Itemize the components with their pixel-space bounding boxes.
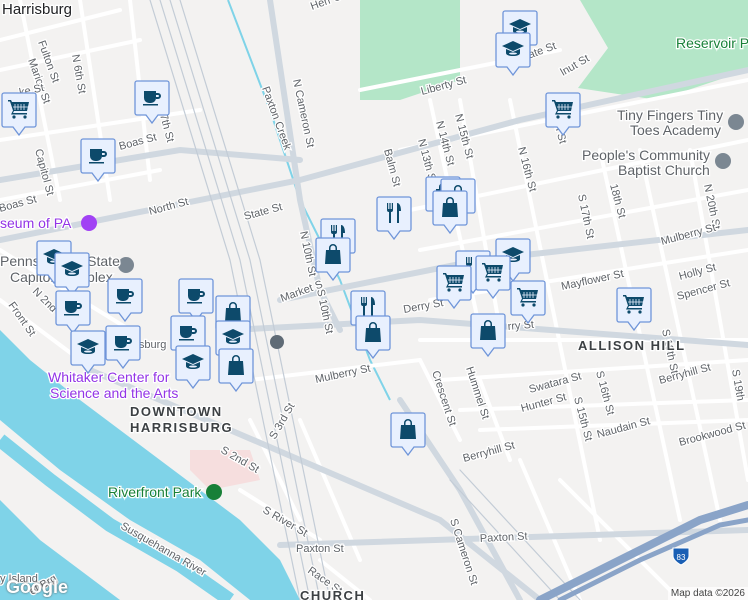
interstate-83 — [536, 501, 748, 600]
map-marker-bag[interactable] — [218, 348, 254, 392]
map-marker-cup[interactable] — [134, 80, 170, 124]
map-marker-cup[interactable] — [105, 325, 141, 369]
capitol-complex-icon[interactable] — [118, 257, 134, 273]
google-logo: Google — [6, 577, 68, 597]
map-label-whitaker2: Science and the Arts — [50, 385, 178, 401]
map-label-tiny2: Toes Academy — [630, 122, 721, 138]
map-marker-bag[interactable] — [470, 313, 506, 357]
map-label-naudain: Naudain St — [596, 415, 652, 441]
map-label-berryhill1: Berryhill St — [462, 440, 516, 465]
map-marker-bag[interactable] — [432, 190, 468, 234]
map-marker-cap[interactable] — [175, 345, 211, 389]
map-label-sriver: S River St — [261, 504, 310, 539]
map-marker-cap[interactable] — [495, 32, 531, 76]
map-label-chu: CHURCH — [300, 588, 365, 600]
park-icon[interactable] — [206, 484, 222, 500]
map-label-s16: S 16th St — [593, 370, 616, 417]
map-label-front: Front St — [6, 300, 38, 339]
map-label-scameron: S Cameron St — [447, 517, 480, 586]
map-marker-bag[interactable] — [390, 412, 426, 456]
map-marker-cart[interactable] — [616, 287, 652, 331]
map-label-walnut: lnut St — [559, 53, 592, 79]
map-label-hummel: Hummel St — [463, 365, 491, 420]
map-label-church2: Baptist Church — [618, 162, 710, 178]
map-attribution[interactable]: Map data ©2026 — [667, 587, 748, 600]
map-label-state1: State St — [243, 201, 284, 223]
map-label-allison: ALLISON HILL — [578, 338, 686, 353]
map-marker-bag[interactable] — [355, 315, 391, 359]
map-label-n6th: N 6th St — [69, 53, 88, 94]
map-label-boas1: Boas St — [118, 131, 158, 153]
map-label-downtown2: HARRISBURG — [130, 420, 233, 435]
map-label-riverfront: Riverfront Park — [108, 484, 202, 500]
map-marker-cart[interactable] — [436, 265, 472, 309]
map-label-tiny1: Tiny Fingers Tiny — [617, 107, 723, 123]
map-label-herr: Herr St — [309, 0, 346, 13]
train-station-icon[interactable] — [270, 335, 284, 349]
school-poi-icon[interactable] — [728, 114, 744, 130]
map-marker-cap[interactable] — [70, 330, 106, 374]
map-label-north: North St — [148, 196, 190, 218]
map-marker-cart[interactable] — [475, 255, 511, 299]
map-label-paxton1: Paxton St — [296, 543, 344, 555]
svg-text:83: 83 — [677, 553, 686, 562]
map-label-whitaker1: Whitaker Center for — [48, 369, 170, 385]
map-marker-cup[interactable] — [80, 138, 116, 182]
map-marker-cart[interactable] — [510, 280, 546, 324]
map-label-harrisburg: Harrisburg — [2, 1, 72, 18]
church-icon[interactable] — [715, 153, 731, 169]
map-label-museum: seum of PA — [0, 215, 72, 231]
map-label-reservoir: Reservoir P — [676, 35, 748, 51]
map-marker-cup[interactable] — [107, 278, 143, 322]
i83-shield-icon: 83 — [672, 547, 690, 566]
map-marker-cart[interactable] — [1, 92, 37, 136]
map-label-hunter: Hunter St — [520, 391, 568, 415]
map-marker-cart[interactable] — [545, 92, 581, 136]
map-marker-cup[interactable] — [55, 290, 91, 334]
map-marker-bag[interactable] — [315, 237, 351, 281]
map-label-church1: People's Community — [582, 147, 710, 163]
map-label-mulberry2: Mulberry St — [314, 363, 372, 386]
map-label-paxton2: Paxton St — [480, 531, 528, 545]
map-label-downtown1: DOWNTOWN — [130, 404, 223, 419]
map-marker-fork[interactable] — [376, 196, 412, 240]
museum-icon[interactable] — [81, 215, 97, 231]
map-label-ncameron: N Cameron St — [290, 78, 316, 149]
